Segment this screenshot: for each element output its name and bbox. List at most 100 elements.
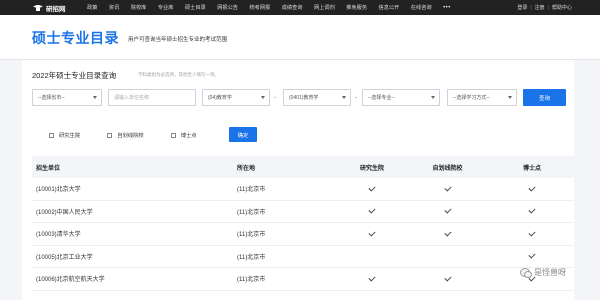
major-select[interactable]: --选择专业-- — [362, 89, 440, 106]
category-select-value: (04)教育学 — [208, 95, 232, 101]
nav-link-news[interactable]: 资讯 — [109, 4, 119, 11]
category-select[interactable]: (04)教育学 — [202, 89, 270, 106]
nav-link-consult[interactable]: 在线咨询 — [411, 4, 432, 11]
cell-location: (11)北京市 — [237, 209, 266, 216]
nav-link-score-query[interactable]: 成绩查询 — [282, 4, 303, 11]
help-center-link[interactable]: 帮助中心 — [552, 4, 572, 11]
checkbox[interactable] — [49, 132, 54, 138]
cell-unit[interactable]: (10002)中国人民大学 — [32, 207, 226, 216]
cell-unit[interactable]: (10006)北京航空航天大学 — [32, 274, 226, 283]
unit-name-input[interactable]: 请输入单位名称 — [108, 89, 196, 106]
cell-self-line — [405, 206, 490, 214]
cell-grad-school — [339, 274, 405, 282]
header-doctoral: 博士点 — [522, 165, 541, 172]
nav-link-majors[interactable]: 专业库 — [158, 4, 174, 11]
cell-grad-school — [339, 229, 405, 237]
results-table: 招生单位 所在地 研究生院 自划线院校 博士点 (10001)北京大学 (11)北… — [32, 156, 574, 291]
discipline-select[interactable]: (0401)教育学 — [283, 89, 351, 106]
cell-self-line — [405, 229, 490, 237]
cell-self-line — [405, 184, 490, 192]
top-nav: 研招网 政策 资讯 院校库 专业库 硕士目录 网报公告 统考网报 成绩查询 网上… — [0, 0, 600, 15]
more-menu-icon[interactable]: ••• — [443, 5, 451, 11]
nav-link-schools[interactable]: 院校库 — [131, 4, 147, 11]
table-row[interactable]: (10006)北京航空航天大学 (11)北京市 — [32, 268, 574, 291]
query-panel: 2022年硕士专业目录查询 学科类别为必选项，其他至少填写一项。 --选择省市-… — [22, 60, 574, 300]
checkmark-icon — [368, 229, 376, 237]
cell-self-line — [405, 274, 490, 282]
cell-unit[interactable]: (10001)北京大学 — [32, 184, 226, 193]
wechat-icon — [520, 268, 532, 278]
table-row[interactable]: (10003)清华大学 (11)北京市 — [32, 223, 574, 246]
filter-label: 自划线院校 — [117, 133, 144, 139]
checkmark-icon — [443, 274, 452, 282]
filter-label: 博士点 — [180, 133, 197, 139]
major-select-value: --选择专业-- — [368, 95, 395, 101]
province-select-value: --选择省市-- — [38, 95, 65, 101]
query-hint: 学科类别为必选项，其他至少填写一项。 — [138, 72, 219, 77]
nav-link-adjustment[interactable]: 网上调剂 — [314, 4, 335, 11]
nav-link-announcements[interactable]: 网报公告 — [217, 4, 238, 11]
header-unit: 招生单位 — [36, 165, 61, 172]
table-row[interactable]: (10002)中国人民大学 (11)北京市 — [32, 201, 574, 223]
table-header: 招生单位 所在地 研究生院 自划线院校 博士点 — [32, 156, 574, 178]
cell-doctoral — [490, 229, 574, 237]
table-row[interactable]: (10001)北京大学 (11)北京市 — [32, 178, 574, 201]
login-link[interactable]: 登录 — [517, 4, 527, 11]
nav-link-disclosure[interactable]: 信息公开 — [379, 4, 400, 11]
filter-self-line[interactable]: 自划线院校 — [107, 131, 144, 139]
header-self-line: 自划线院校 — [432, 165, 463, 172]
separator: | — [547, 4, 549, 11]
filter-grad-school[interactable]: 研究生院 — [49, 131, 80, 139]
account-links: 登录 | 注册 | 帮助中心 — [517, 0, 572, 15]
checkmark-icon — [368, 274, 376, 282]
query-title: 2022年硕士专业目录查询 — [32, 71, 117, 80]
checkmark-icon — [528, 206, 536, 214]
chevron-down-icon — [431, 96, 435, 99]
search-button[interactable]: 查询 — [523, 89, 566, 106]
province-select[interactable]: --选择省市-- — [32, 89, 102, 106]
watermark: 是怪兽呀 — [520, 267, 566, 278]
graduation-cap-icon — [33, 4, 43, 12]
cell-doctoral — [490, 184, 574, 192]
study-mode-select[interactable]: --选择学习方式-- — [447, 89, 517, 106]
discipline-select-value: (0401)教育学 — [289, 95, 319, 101]
nav-links: 政策 资讯 院校库 专业库 硕士目录 网报公告 统考网报 成绩查询 网上调剂 推… — [87, 4, 443, 11]
watermark-text: 是怪兽呀 — [534, 268, 566, 277]
filter-checkboxes: 研究生院 自划线院校 博士点 — [49, 128, 224, 142]
page-title: 硕士专业目录 — [32, 30, 119, 46]
page-subtitle: 用户可查询当年硕士招生专业的考试范围 — [128, 37, 228, 43]
separator: | — [530, 4, 532, 11]
cell-unit[interactable]: (10005)北京工业大学 — [32, 252, 226, 261]
nav-link-exam-registration[interactable]: 统考网报 — [249, 4, 270, 11]
header-grad-school: 研究生院 — [359, 165, 384, 172]
select-dash: - — [274, 95, 276, 101]
checkmark-icon — [528, 251, 536, 259]
confirm-button[interactable]: 确定 — [229, 127, 257, 142]
unit-name-placeholder: 请输入单位名称 — [114, 95, 150, 101]
checkmark-icon — [443, 184, 452, 192]
header-location: 所在地 — [237, 165, 256, 172]
nav-link-policy[interactable]: 政策 — [87, 4, 97, 11]
filter-doctoral[interactable]: 博士点 — [170, 131, 197, 139]
checkbox[interactable] — [170, 132, 176, 138]
cell-unit[interactable]: (10003)清华大学 — [32, 229, 226, 238]
nav-link-master-catalog[interactable]: 硕士目录 — [185, 4, 206, 11]
checkmark-icon — [528, 229, 536, 237]
cell-grad-school — [339, 184, 405, 192]
register-link[interactable]: 注册 — [535, 4, 545, 11]
checkmark-icon — [368, 184, 376, 192]
cell-location: (11)北京市 — [237, 187, 266, 194]
site-logo[interactable]: 研招网 — [33, 3, 85, 13]
checkbox[interactable] — [107, 132, 113, 138]
page-banner: 硕士专业目录 用户可查询当年硕士招生专业的考试范围 — [0, 15, 600, 60]
cell-doctoral — [490, 206, 574, 214]
checkmark-icon — [528, 184, 536, 192]
select-dash: - — [355, 95, 357, 101]
nav-link-recommendation[interactable]: 推免服务 — [346, 4, 367, 11]
table-row[interactable]: (10005)北京工业大学 (11)北京市 — [32, 246, 574, 268]
cell-grad-school — [339, 206, 405, 214]
chevron-down-icon — [261, 96, 265, 99]
cell-doctoral — [490, 251, 574, 259]
table-body: (10001)北京大学 (11)北京市 (10002)中国人民大学 (11)北京市 (1… — [32, 178, 574, 291]
study-mode-select-value: --选择学习方式-- — [453, 95, 490, 101]
